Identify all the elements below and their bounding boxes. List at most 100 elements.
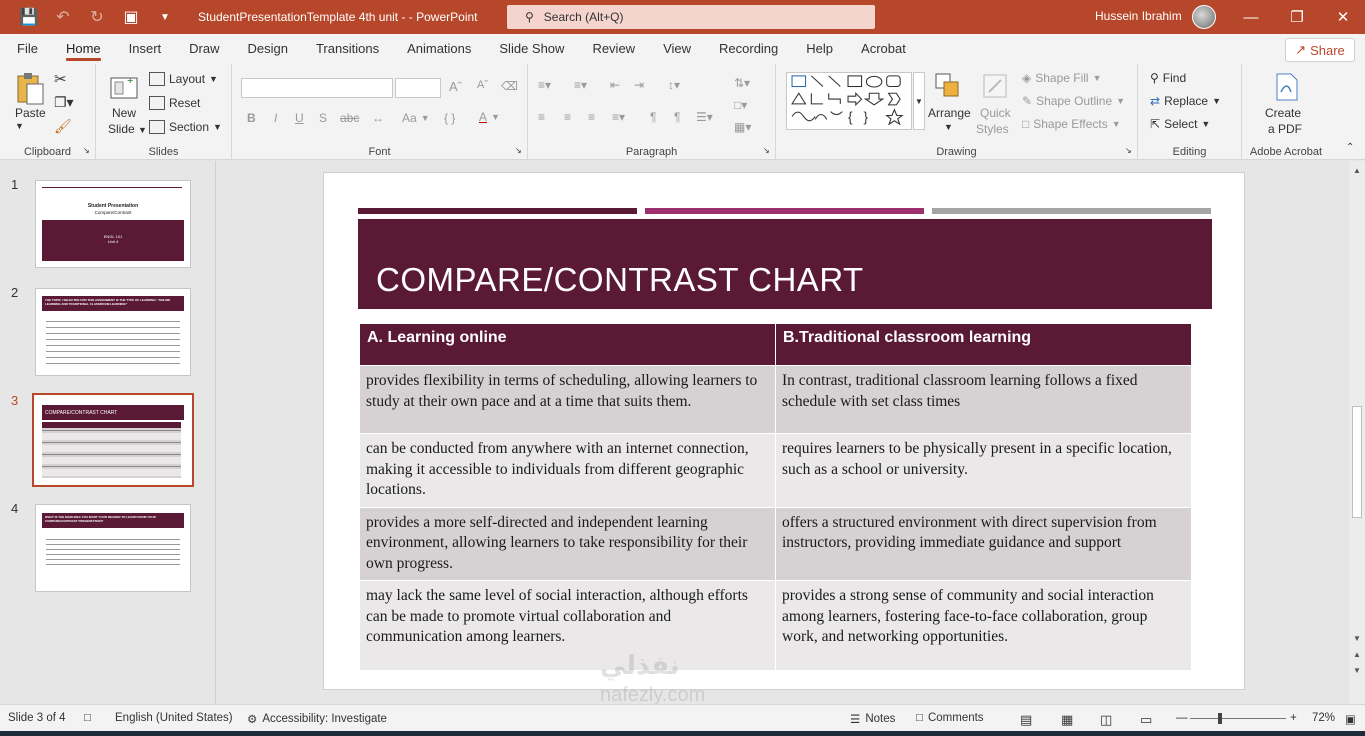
- share-button[interactable]: ↗ Share: [1285, 38, 1355, 62]
- present-icon[interactable]: ▣: [116, 4, 146, 30]
- underline-button[interactable]: U: [295, 111, 304, 125]
- paragraph-launcher-icon[interactable]: ↘: [763, 146, 770, 155]
- fit-slide-icon[interactable]: ▣: [1345, 712, 1356, 726]
- quick-styles-label-2[interactable]: Styles: [976, 122, 1009, 136]
- braces-icon[interactable]: { }: [444, 111, 455, 125]
- format-painter-icon[interactable]: 🖌: [54, 118, 72, 135]
- change-case-button[interactable]: Aa ▼: [402, 111, 430, 125]
- new-slide-label-1[interactable]: New: [112, 106, 136, 120]
- comments-button[interactable]: □ Comments: [916, 712, 984, 724]
- shapes-more-icon[interactable]: ▼: [913, 72, 925, 130]
- tab-slide-show[interactable]: Slide Show: [485, 34, 578, 64]
- font-launcher-icon[interactable]: ↘: [515, 146, 522, 155]
- compare-contrast-table[interactable]: A. Learning online B.Traditional classro…: [359, 323, 1192, 671]
- thumbnail-slide-1[interactable]: Student Presentation Compare/Contrast EN…: [35, 180, 191, 268]
- layout-button[interactable]: Layout ▼: [149, 72, 218, 86]
- table-header-a[interactable]: A. Learning online: [359, 323, 776, 366]
- tab-acrobat[interactable]: Acrobat: [847, 34, 920, 64]
- paste-button[interactable]: Paste: [15, 106, 46, 120]
- justify-icon[interactable]: ≡▾: [612, 110, 625, 124]
- select-button[interactable]: ⇱ Select ▼: [1150, 117, 1210, 131]
- quick-styles-label-1[interactable]: Quick: [980, 106, 1011, 120]
- bullets-icon[interactable]: ≡▾: [538, 78, 551, 92]
- avatar[interactable]: [1192, 5, 1216, 29]
- shapes-gallery[interactable]: {}: [786, 72, 912, 130]
- increase-indent-icon[interactable]: ⇥: [634, 78, 644, 92]
- create-pdf-label-1[interactable]: Create: [1265, 106, 1301, 120]
- replace-button[interactable]: ⇄ Replace ▼: [1150, 94, 1221, 108]
- tab-transitions[interactable]: Transitions: [302, 34, 393, 64]
- create-pdf-label-2[interactable]: a PDF: [1268, 122, 1302, 136]
- character-spacing-icon[interactable]: ↔: [372, 111, 384, 125]
- table-header-b[interactable]: B.Traditional classroom learning: [775, 323, 1192, 366]
- clipboard-launcher-icon[interactable]: ↘: [83, 146, 90, 155]
- undo-icon[interactable]: ↶: [48, 4, 78, 30]
- text-direction-icon[interactable]: ⇅▾: [734, 76, 750, 90]
- font-name-combo[interactable]: [241, 78, 393, 98]
- align-right-icon[interactable]: ≡: [588, 110, 595, 124]
- table-cell[interactable]: provides a strong sense of community and…: [775, 580, 1192, 671]
- zoom-level[interactable]: 72%: [1312, 712, 1335, 724]
- arrange-icon[interactable]: [934, 72, 964, 102]
- clear-formatting-icon[interactable]: ⌫: [501, 79, 518, 93]
- tab-review[interactable]: Review: [578, 34, 649, 64]
- paste-icon[interactable]: [14, 72, 46, 108]
- thumbnail-slide-3[interactable]: COMPARE/CONTRAST CHART: [32, 393, 194, 487]
- italic-button[interactable]: I: [274, 111, 277, 125]
- collapse-ribbon-icon[interactable]: ⌃: [1346, 142, 1354, 153]
- thumbnail-slide-2[interactable]: THE TOPIC I SELECTED FOR THIS ASSIGNMENT…: [35, 288, 191, 376]
- tab-home[interactable]: Home: [52, 34, 115, 64]
- slide-sorter-icon[interactable]: ▦: [1061, 712, 1073, 728]
- cut-icon[interactable]: ✂: [54, 70, 67, 88]
- decrease-indent-icon[interactable]: ⇤: [610, 78, 620, 92]
- previous-slide-icon[interactable]: ▲: [1351, 649, 1363, 661]
- next-slide-icon[interactable]: ▼: [1351, 665, 1363, 677]
- align-text-icon[interactable]: □▾: [734, 98, 747, 112]
- numbering-icon[interactable]: ≡▾: [574, 78, 587, 92]
- zoom-in-icon[interactable]: +: [1290, 712, 1297, 724]
- smartart-icon[interactable]: ▦▾: [734, 120, 751, 134]
- new-slide-dropdown-icon[interactable]: ▼: [138, 125, 147, 135]
- section-button[interactable]: Section ▼: [149, 120, 222, 134]
- shape-outline-button[interactable]: ✎ Shape Outline ▼: [1022, 94, 1125, 108]
- new-slide-icon[interactable]: +: [109, 72, 139, 102]
- align-center-icon[interactable]: ≡: [564, 110, 571, 124]
- copy-icon[interactable]: ❐▾: [54, 94, 74, 111]
- slideshow-view-icon[interactable]: ▭: [1140, 712, 1152, 728]
- table-cell[interactable]: offers a structured environment with dir…: [775, 506, 1192, 581]
- zoom-slider-track[interactable]: [1190, 718, 1286, 719]
- shape-effects-button[interactable]: □ Shape Effects ▼: [1022, 117, 1121, 131]
- save-icon[interactable]: 💾: [14, 4, 44, 30]
- table-cell[interactable]: may lack the same level of social intera…: [359, 580, 776, 671]
- scroll-up-icon[interactable]: ▲: [1351, 165, 1363, 177]
- search-box[interactable]: ⚲ Search (Alt+Q): [507, 5, 875, 29]
- find-button[interactable]: ⚲ Find: [1150, 71, 1186, 85]
- restore-button[interactable]: ❐: [1282, 4, 1312, 30]
- zoom-slider-thumb[interactable]: [1218, 713, 1222, 724]
- rtl-icon[interactable]: ¶: [650, 110, 656, 124]
- vertical-scrollbar[interactable]: ▲ ▼ ▲ ▼: [1349, 161, 1365, 704]
- quick-styles-icon[interactable]: [981, 72, 1011, 102]
- table-cell[interactable]: requires learners to be physically prese…: [775, 433, 1192, 508]
- align-left-icon[interactable]: ≡: [538, 110, 545, 124]
- ltr-icon[interactable]: ¶: [674, 110, 680, 124]
- arrange-dropdown-icon[interactable]: ▼: [944, 122, 953, 132]
- scrollbar-thumb[interactable]: [1352, 406, 1362, 518]
- minimize-button[interactable]: —: [1236, 4, 1266, 30]
- table-cell[interactable]: provides a more self-directed and indepe…: [359, 506, 776, 581]
- font-size-combo[interactable]: [395, 78, 441, 98]
- tab-recording[interactable]: Recording: [705, 34, 792, 64]
- new-slide-label-2[interactable]: Slide: [108, 122, 135, 136]
- paste-dropdown-icon[interactable]: ▼: [15, 121, 24, 131]
- bold-button[interactable]: B: [247, 111, 256, 125]
- slide[interactable]: COMPARE/CONTRAST CHART A. Learning onlin…: [323, 172, 1245, 690]
- tab-file[interactable]: File: [3, 34, 52, 64]
- tab-insert[interactable]: Insert: [115, 34, 176, 64]
- reading-view-icon[interactable]: ◫: [1100, 712, 1112, 728]
- scroll-down-icon[interactable]: ▼: [1351, 633, 1363, 645]
- shape-fill-button[interactable]: ◈ Shape Fill ▼: [1022, 71, 1102, 85]
- reset-button[interactable]: Reset: [149, 96, 200, 110]
- language-status[interactable]: English (United States): [115, 712, 233, 724]
- tab-draw[interactable]: Draw: [175, 34, 233, 64]
- tab-help[interactable]: Help: [792, 34, 847, 64]
